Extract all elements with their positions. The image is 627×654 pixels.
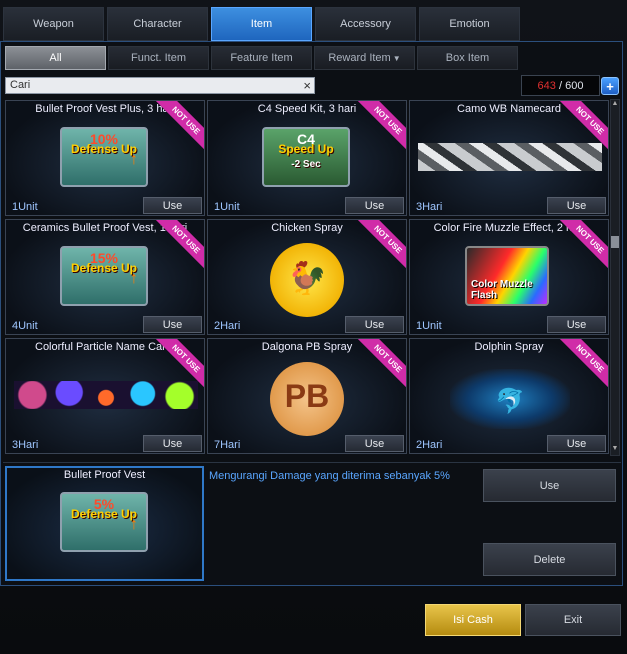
use-button[interactable]: Use — [345, 435, 404, 452]
scroll-down-icon[interactable]: ▼ — [611, 445, 619, 455]
counter-current: 643 — [537, 79, 556, 92]
tab-weapon[interactable]: Weapon — [3, 7, 104, 41]
item-qty: 2Hari — [416, 439, 443, 451]
item-card[interactable]: Camo WB Namecard NOT USE 3Hari Use — [409, 100, 609, 216]
search-input-value: Cari — [10, 79, 31, 91]
item-card[interactable]: Colorful Particle Name Card. NOT USE 3Ha… — [5, 338, 205, 454]
item-card[interactable]: Dalgona PB Spray PB NOT USE 7Hari Use — [207, 338, 407, 454]
use-button[interactable]: Use — [547, 435, 606, 452]
c4-seconds: -2 Sec — [291, 159, 321, 170]
vest-icon: 10% Defense Up ↑ — [60, 127, 148, 187]
tab-item[interactable]: Item — [211, 7, 312, 41]
delete-button[interactable]: Delete — [483, 543, 616, 576]
arrow-up-icon: ↑ — [130, 270, 138, 287]
camo-icon — [418, 143, 602, 171]
use-button[interactable]: Use — [143, 435, 202, 452]
c4-icon: C4 Speed Up -2 Sec — [262, 127, 350, 187]
chevron-down-icon: ▼ — [392, 53, 401, 63]
chicken-icon: 🐓 — [270, 243, 344, 317]
use-button[interactable]: Use — [483, 469, 616, 502]
item-qty: 7Hari — [214, 439, 241, 451]
subtab-reward-item-label: Reward Item — [328, 52, 391, 64]
exit-button[interactable]: Exit — [525, 604, 621, 636]
particle-icon — [14, 381, 198, 409]
use-button[interactable]: Use — [345, 197, 404, 214]
subtab-box-item[interactable]: Box Item — [417, 46, 518, 70]
clear-icon[interactable]: × — [303, 78, 311, 93]
item-description: Mengurangi Damage yang diterima sebanyak… — [209, 470, 450, 482]
item-qty: 3Hari — [12, 439, 39, 451]
item-card[interactable]: Bullet Proof Vest Plus, 3 hari 10% Defen… — [5, 100, 205, 216]
tab-emotion[interactable]: Emotion — [419, 7, 520, 41]
item-card[interactable]: Color Fire Muzzle Effect, 2 hari Color M… — [409, 219, 609, 335]
subtab-feature-item[interactable]: Feature Item — [211, 46, 312, 70]
c4-speed: Speed Up — [278, 142, 334, 156]
subtab-funct-item[interactable]: Funct. Item — [108, 46, 209, 70]
vest-icon: 15% Defense Up ↑ — [60, 246, 148, 306]
muzzle-text: Color Muzzle Flash — [471, 279, 533, 301]
scroll-up-icon[interactable]: ▲ — [611, 100, 619, 110]
arrow-up-icon: ↑ — [130, 516, 138, 533]
arrow-up-icon: ↑ — [130, 151, 138, 168]
use-button[interactable]: Use — [345, 316, 404, 333]
counter-max: / 600 — [558, 79, 584, 92]
item-card[interactable]: Ceramics Bullet Proof Vest, 1 hari 15% D… — [5, 219, 205, 335]
inventory-counter: 643 / 600 — [521, 75, 600, 96]
item-card[interactable]: C4 Speed Kit, 3 hari C4 Speed Up -2 Sec … — [207, 100, 407, 216]
vest-icon: 5% Defense Up ↑ — [60, 492, 148, 552]
item-qty: 4Unit — [12, 320, 38, 332]
item-qty: 2Hari — [214, 320, 241, 332]
scroll-thumb[interactable] — [611, 236, 619, 248]
item-qty: 1Unit — [416, 320, 442, 332]
isi-cash-button[interactable]: Isi Cash — [425, 604, 521, 636]
item-qty: 3Hari — [416, 201, 443, 213]
tab-character[interactable]: Character — [107, 7, 208, 41]
use-button[interactable]: Use — [143, 197, 202, 214]
dalgona-icon: PB — [270, 362, 344, 436]
use-button[interactable]: Use — [547, 197, 606, 214]
scrollbar[interactable]: ▲ ▼ — [610, 99, 620, 456]
item-qty: 1Unit — [214, 201, 240, 213]
selected-item-name: Bullet Proof Vest — [63, 469, 146, 481]
selected-item-card: Bullet Proof Vest 5% Defense Up ↑ — [5, 466, 204, 581]
item-qty: 1Unit — [12, 201, 38, 213]
use-button[interactable]: Use — [143, 316, 202, 333]
plus-icon: + — [606, 78, 614, 94]
search-input[interactable]: Cari × — [5, 77, 315, 94]
add-slot-button[interactable]: + — [601, 77, 619, 95]
subtab-reward-item[interactable]: Reward Item ▼ — [314, 46, 415, 70]
item-card[interactable]: Chicken Spray 🐓 NOT USE 2Hari Use — [207, 219, 407, 335]
inventory-window: Weapon Character Item Accessory Emotion … — [0, 0, 627, 654]
muzzle-icon: Color Muzzle Flash — [465, 246, 549, 306]
subtab-all[interactable]: All — [5, 46, 106, 70]
item-card[interactable]: Dolphin Spray 🐬 NOT USE 2Hari Use — [409, 338, 609, 454]
use-button[interactable]: Use — [547, 316, 606, 333]
tab-accessory[interactable]: Accessory — [315, 7, 416, 41]
dolphin-icon: 🐬 — [450, 369, 570, 429]
